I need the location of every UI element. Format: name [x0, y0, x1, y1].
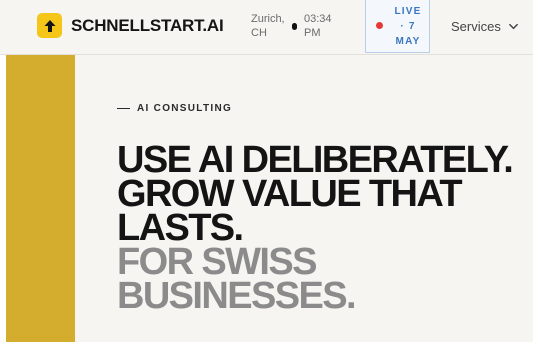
hero-headline: USE AI DELIBERATELY. GROW VALUE THAT LAS…: [117, 139, 527, 317]
eyebrow-label: AI CONSULTING: [137, 103, 233, 114]
location-readout: Zurich, CH: [251, 12, 291, 40]
services-label: Services: [451, 19, 501, 34]
headline-line-2: GROW VALUE THAT: [117, 173, 463, 215]
logo-mark[interactable]: [37, 13, 62, 38]
time-period: PM: [304, 27, 321, 39]
live-text: LIVE · 7 MAY: [388, 4, 428, 49]
time-readout: 03:34 PM: [304, 12, 348, 40]
accent-side-bar: [0, 55, 75, 342]
eyebrow-dash: [117, 108, 130, 109]
live-indicator-dot: [376, 22, 383, 29]
time-value: 03:34: [304, 13, 332, 25]
headline-line-1: USE AI DELIBERATELY.: [117, 139, 514, 181]
arrow-up-icon: [44, 19, 55, 32]
page-edge: [0, 55, 6, 342]
live-label: LIVE: [394, 6, 422, 17]
services-menu-button[interactable]: Services: [451, 19, 519, 34]
headline-line-3: LASTS.: [117, 207, 244, 249]
separator-dot: [292, 23, 297, 30]
top-navigation-bar: SCHNELLSTART.AI Zurich, CH 03:34 PM LIVE…: [0, 0, 533, 55]
live-badge[interactable]: LIVE · 7 MAY: [365, 0, 430, 53]
location-city: Zurich,: [251, 13, 285, 25]
subline-line-2: BUSINESSES.: [117, 275, 357, 317]
location-country: CH: [251, 27, 267, 39]
chevron-down-icon: [508, 23, 518, 30]
eyebrow: AI CONSULTING: [117, 103, 232, 114]
live-day: · 7: [400, 21, 416, 32]
brand-name[interactable]: SCHNELLSTART.AI: [71, 16, 224, 36]
hero-section: AI CONSULTING USE AI DELIBERATELY. GROW …: [75, 55, 533, 342]
subline-line-1: FOR SWISS: [117, 241, 317, 283]
live-month: MAY: [395, 36, 421, 47]
